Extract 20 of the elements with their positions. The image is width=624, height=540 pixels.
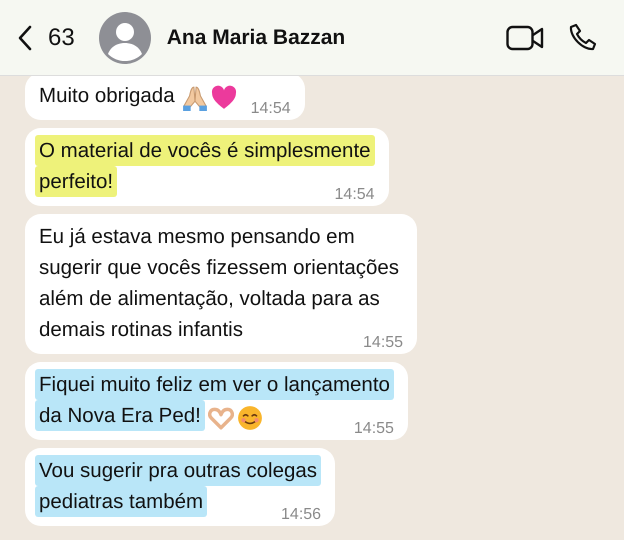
message-time: 14:55 [352,419,394,439]
chevron-left-icon [18,24,32,50]
back-button[interactable]: 63 [18,20,75,56]
message-time: 14:54 [334,185,375,205]
heart-icon [210,85,237,111]
message-time: 14:56 [280,505,322,525]
praying-hands-icon [182,85,208,111]
contact-name[interactable]: Ana Maria Bazzan [166,22,346,54]
message-text-line: demais rotinas infantis [38,317,244,343]
phone-call-icon[interactable] [568,22,598,52]
avatar-icon[interactable] [98,12,151,64]
message-text-line: Eu já estava mesmo pensando em [38,224,356,250]
message-time: 14:55 [362,333,404,353]
message-text-line: Muito obrigada [38,83,176,109]
smiling-face-icon [236,405,263,431]
message-time: 14:54 [250,99,291,119]
message-text-line: sugerir que vocês fizessem orientações [38,255,400,281]
message-text-line: além de alimentação, voltada para as [38,286,381,312]
heart-hands-icon [208,405,234,431]
video-call-icon[interactable] [506,24,544,50]
